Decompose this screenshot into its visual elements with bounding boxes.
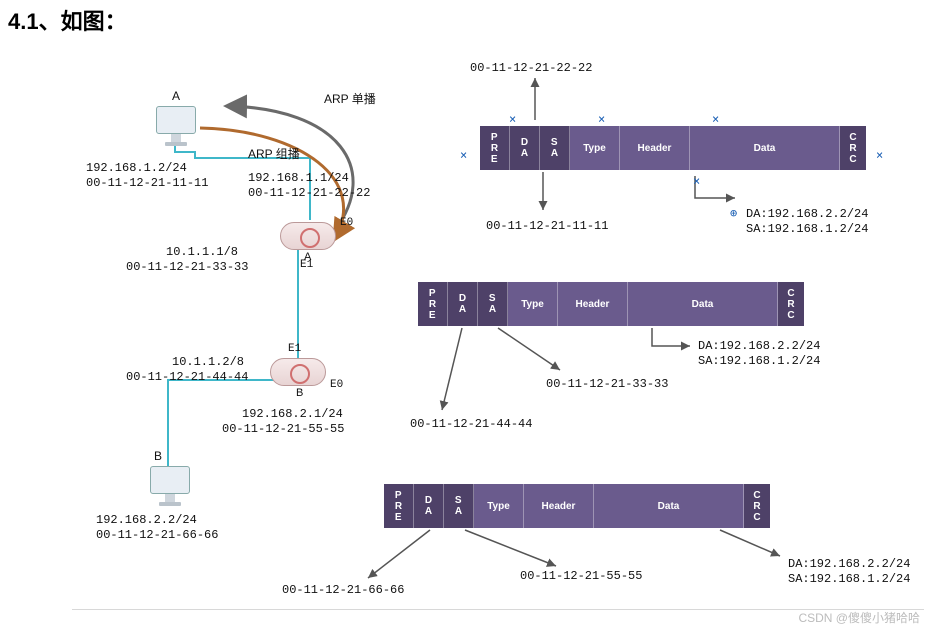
packet1-ip-da-prefix: ⊕ [730, 206, 737, 222]
host-a-label: A [172, 88, 180, 104]
router-a-e0-ip: 192.168.1.1/24 [248, 170, 349, 186]
packet-frame-1: PRE DA SA Type Header Data CRC [480, 126, 866, 170]
router-a-e1: E1 [300, 258, 313, 273]
packet1-sa-mac: 00-11-12-21-11-11 [486, 218, 608, 234]
packet-sa: SA [444, 484, 474, 528]
router-b-e0: E0 [330, 378, 343, 393]
packet2-da-mac: 00-11-12-21-44-44 [410, 416, 532, 432]
marker-left: × [460, 148, 467, 162]
packet-crc: CRC [840, 126, 866, 170]
router-a-e1-ip: 10.1.1.1/8 [166, 244, 238, 260]
packet-crc: CRC [778, 282, 804, 326]
packet3-da-mac: 00-11-12-21-66-66 [282, 582, 404, 598]
packet3-ip-da: DA:192.168.2.2/24 [788, 556, 910, 572]
packet-frame-2: PRE DA SA Type Header Data CRC [418, 282, 804, 326]
packet1-da-mac: 00-11-12-21-22-22 [470, 60, 592, 76]
arp-multicast-label: ARP 组播 [248, 146, 300, 162]
arp-unicast-label: ARP 单播 [324, 91, 376, 107]
host-b-ip: 192.168.2.2/24 [96, 512, 197, 528]
router-b-e0-ip: 192.168.2.1/24 [242, 406, 343, 422]
packet3-sa-mac: 00-11-12-21-55-55 [520, 568, 642, 584]
host-b-mac: 00-11-12-21-66-66 [96, 527, 218, 543]
packet2-ip-sa: SA:192.168.1.2/24 [698, 353, 820, 369]
packet-pre: PRE [384, 484, 414, 528]
packet-data: Data [594, 484, 744, 528]
packet-da: DA [414, 484, 444, 528]
packet-type: Type [474, 484, 524, 528]
packet-type: Type [570, 126, 620, 170]
packet-data: Data [690, 126, 840, 170]
packet2-ip-da: DA:192.168.2.2/24 [698, 338, 820, 354]
packet-pre: PRE [480, 126, 510, 170]
router-b-e1: E1 [288, 342, 301, 357]
router-b-e1-ip: 10.1.1.2/8 [172, 354, 244, 370]
host-a-ip: 192.168.1.2/24 [86, 160, 187, 176]
packet-data: Data [628, 282, 778, 326]
host-b-label: B [154, 448, 162, 464]
router-b-label: B [296, 386, 303, 401]
watermark: CSDN @傻傻小猪哈哈 [798, 609, 920, 626]
host-b [150, 466, 190, 506]
packet-sa: SA [540, 126, 570, 170]
packet-type: Type [508, 282, 558, 326]
marker-bot: × [693, 174, 700, 188]
diagram-stage: 4.1、如图： [0, 0, 928, 628]
router-a-e0: E0 [340, 216, 353, 231]
packet-header: Header [524, 484, 594, 528]
packet1-ip-da: DA:192.168.2.2/24 [746, 206, 868, 222]
packet-pre: PRE [418, 282, 448, 326]
router-a-e0-mac: 00-11-12-21-22-22 [248, 185, 370, 201]
router-a-e1-mac: 00-11-12-21-33-33 [126, 259, 248, 275]
packet-header: Header [620, 126, 690, 170]
router-a [280, 222, 336, 250]
router-b [270, 358, 326, 386]
marker-top2: × [598, 112, 605, 126]
packet-sa: SA [478, 282, 508, 326]
host-a-mac: 00-11-12-21-11-11 [86, 175, 208, 191]
router-icon [270, 358, 326, 386]
section-title: 4.1、如图： [8, 4, 127, 36]
marker-right: × [876, 148, 883, 162]
packet1-ip-sa: SA:192.168.1.2/24 [746, 221, 868, 237]
monitor-icon [150, 466, 190, 494]
packet-da: DA [448, 282, 478, 326]
marker-top1: × [509, 112, 516, 126]
router-icon [280, 222, 336, 250]
bottom-rule [72, 609, 924, 610]
router-b-e0-mac: 00-11-12-21-55-55 [222, 421, 344, 437]
packet-frame-3: PRE DA SA Type Header Data CRC [384, 484, 770, 528]
packet2-sa-mac: 00-11-12-21-33-33 [546, 376, 668, 392]
marker-top3: × [712, 112, 719, 126]
monitor-icon [156, 106, 196, 134]
packet-header: Header [558, 282, 628, 326]
host-a [156, 106, 196, 146]
packet-da: DA [510, 126, 540, 170]
router-b-e1-mac: 00-11-12-21-44-44 [126, 369, 248, 385]
packet-crc: CRC [744, 484, 770, 528]
packet3-ip-sa: SA:192.168.1.2/24 [788, 571, 910, 587]
